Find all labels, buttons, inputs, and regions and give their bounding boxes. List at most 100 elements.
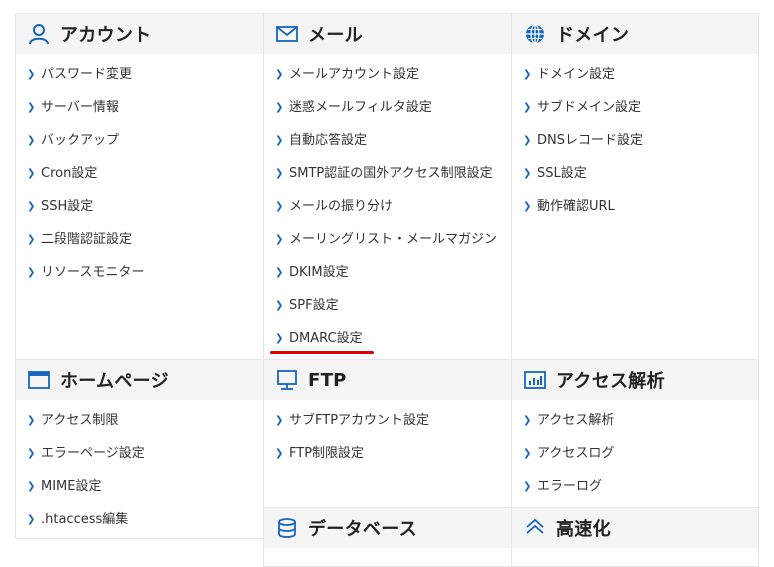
chevron-right-icon: ❯ bbox=[275, 234, 284, 245]
section-ftp-list: ❯ サブFTPアカウント設定 ❯ FTP制限設定 bbox=[275, 412, 429, 478]
menu-item-subdomain[interactable]: ❯ サブドメイン設定 bbox=[523, 99, 643, 132]
menu-item-smtp-foreign-restriction[interactable]: ❯ SMTP認証の国外アクセス制限設定 bbox=[275, 165, 497, 198]
menu-item-label: メールアカウント設定 bbox=[289, 67, 420, 82]
chevron-right-icon: ❯ bbox=[523, 102, 532, 113]
menu-item-label: DKIM設定 bbox=[289, 265, 349, 280]
section-ftp: FTP ❯ サブFTPアカウント設定 ❯ FTP制限設定 bbox=[263, 359, 512, 508]
dmarc-highlight-underline bbox=[270, 351, 374, 354]
menu-item-access-restriction[interactable]: ❯ アクセス制限 bbox=[27, 412, 145, 445]
menu-item-ftp-restriction[interactable]: ❯ FTP制限設定 bbox=[275, 445, 429, 478]
menu-item-spf[interactable]: ❯ SPF設定 bbox=[275, 297, 497, 330]
menu-item-label: FTP制限設定 bbox=[289, 446, 365, 461]
section-mail-list: ❯ メールアカウント設定 ❯ 迷惑メールフィルタ設定 ❯ 自動応答設定 ❯ SMTP認証… bbox=[275, 66, 497, 363]
chevron-right-icon: ❯ bbox=[275, 415, 284, 426]
menu-item-label: SPF設定 bbox=[289, 298, 339, 313]
menu-item-access-log[interactable]: ❯ アクセスログ bbox=[523, 445, 614, 478]
section-homepage-list: ❯ アクセス制限 ❯ エラーページ設定 ❯ MIME設定 ❯ .htaccess編集 bbox=[27, 412, 145, 544]
menu-item-label: 二段階認証設定 bbox=[41, 232, 133, 247]
menu-item-mime[interactable]: ❯ MIME設定 bbox=[27, 478, 145, 511]
chevron-right-icon: ❯ bbox=[27, 168, 36, 179]
database-icon bbox=[278, 518, 296, 538]
section-analytics-title: アクセス解析 bbox=[556, 371, 665, 392]
section-ftp-header: FTP bbox=[264, 360, 511, 400]
section-account-list: ❯ パスワード変更 ❯ サーバー情報 ❯ バックアップ ❯ Cron設定 ❯ SSH設定 … bbox=[27, 66, 144, 297]
menu-item-error-page[interactable]: ❯ エラーページ設定 bbox=[27, 445, 145, 478]
chevron-right-icon: ❯ bbox=[523, 481, 532, 492]
chevron-right-icon: ❯ bbox=[27, 267, 36, 278]
chevron-right-icon: ❯ bbox=[523, 448, 532, 459]
menu-item-label: アクセスログ bbox=[537, 446, 615, 461]
section-account: アカウント ❯ パスワード変更 ❯ サーバー情報 ❯ バックアップ ❯ Cron設定 ❯… bbox=[15, 13, 264, 360]
chevron-right-icon: ❯ bbox=[27, 514, 36, 525]
menu-item-cron[interactable]: ❯ Cron設定 bbox=[27, 165, 144, 198]
menu-item-backup[interactable]: ❯ バックアップ bbox=[27, 132, 144, 165]
section-account-header: アカウント bbox=[16, 14, 263, 54]
section-analytics: アクセス解析 ❯ アクセス解析 ❯ アクセスログ ❯ エラーログ bbox=[511, 359, 759, 508]
chevron-right-icon: ❯ bbox=[27, 102, 36, 113]
menu-item-label: バックアップ bbox=[41, 133, 120, 148]
menu-item-ssh[interactable]: ❯ SSH設定 bbox=[27, 198, 144, 231]
menu-item-mail-sorting[interactable]: ❯ メールの振り分け bbox=[275, 198, 497, 231]
menu-item-label: メーリングリスト・メールマガジン bbox=[289, 232, 498, 247]
menu-item-spam-filter[interactable]: ❯ 迷惑メールフィルタ設定 bbox=[275, 99, 497, 132]
menu-item-label: .htaccess編集 bbox=[41, 512, 129, 527]
menu-item-server-info[interactable]: ❯ サーバー情報 bbox=[27, 99, 144, 132]
chevron-right-icon: ❯ bbox=[523, 201, 532, 212]
section-domain-header: ドメイン bbox=[512, 14, 758, 54]
menu-item-label: Cron設定 bbox=[41, 166, 98, 181]
menu-item-test-url[interactable]: ❯ 動作確認URL bbox=[523, 198, 643, 231]
menu-item-label: MIME設定 bbox=[41, 479, 102, 494]
section-homepage-header: ホームページ bbox=[16, 360, 263, 400]
chevron-right-icon: ❯ bbox=[275, 267, 284, 278]
menu-item-label: 自動応答設定 bbox=[289, 133, 368, 148]
chevron-right-icon: ❯ bbox=[27, 448, 36, 459]
menu-item-two-factor[interactable]: ❯ 二段階認証設定 bbox=[27, 231, 144, 264]
menu-item-resource-monitor[interactable]: ❯ リソースモニター bbox=[27, 264, 144, 297]
menu-item-htaccess[interactable]: ❯ .htaccess編集 bbox=[27, 511, 145, 544]
menu-item-sub-ftp-account[interactable]: ❯ サブFTPアカウント設定 bbox=[275, 412, 429, 445]
menu-item-dkim[interactable]: ❯ DKIM設定 bbox=[275, 264, 497, 297]
menu-item-label: サブドメイン設定 bbox=[537, 100, 642, 115]
chevron-right-icon: ❯ bbox=[523, 69, 532, 80]
section-speed: 高速化 bbox=[511, 507, 759, 567]
menu-item-access-analysis[interactable]: ❯ アクセス解析 bbox=[523, 412, 614, 445]
menu-item-label: サーバー情報 bbox=[41, 100, 119, 115]
menu-item-label: パスワード変更 bbox=[41, 67, 133, 82]
envelope-icon bbox=[276, 26, 298, 42]
menu-item-mail-account[interactable]: ❯ メールアカウント設定 bbox=[275, 66, 497, 99]
menu-item-label: SSL設定 bbox=[537, 166, 587, 181]
menu-item-label: エラーページ設定 bbox=[41, 446, 145, 461]
menu-item-label: 迷惑メールフィルタ設定 bbox=[289, 100, 432, 115]
chevron-right-icon: ❯ bbox=[275, 168, 284, 179]
globe-icon bbox=[526, 24, 544, 44]
section-ftp-title: FTP bbox=[308, 369, 347, 391]
chevron-right-icon: ❯ bbox=[275, 201, 284, 212]
chevron-right-icon: ❯ bbox=[275, 448, 284, 459]
section-homepage: ホームページ ❯ アクセス制限 ❯ エラーページ設定 ❯ MIME設定 ❯ .htacc… bbox=[15, 359, 264, 539]
server-panel-menu-grid: アカウント ❯ パスワード変更 ❯ サーバー情報 ❯ バックアップ ❯ Cron設定 ❯… bbox=[15, 13, 759, 567]
menu-item-dns-record[interactable]: ❯ DNSレコード設定 bbox=[523, 132, 643, 165]
section-mail-header: メール bbox=[264, 14, 511, 54]
chevron-right-icon: ❯ bbox=[27, 135, 36, 146]
menu-item-ssl[interactable]: ❯ SSL設定 bbox=[523, 165, 643, 198]
browser-window-icon bbox=[28, 371, 50, 389]
menu-item-label: DMARC設定 bbox=[289, 331, 363, 346]
chevron-right-icon: ❯ bbox=[275, 300, 284, 311]
chevron-right-icon: ❯ bbox=[523, 135, 532, 146]
menu-item-mailing-list[interactable]: ❯ メーリングリスト・メールマガジン bbox=[275, 231, 497, 264]
menu-item-label: サブFTPアカウント設定 bbox=[289, 413, 430, 428]
section-account-title: アカウント bbox=[60, 25, 152, 46]
menu-item-label: リソースモニター bbox=[41, 265, 145, 280]
menu-item-domain-settings[interactable]: ❯ ドメイン設定 bbox=[523, 66, 643, 99]
section-database-header: データベース bbox=[264, 508, 511, 548]
menu-item-label: SMTP認証の国外アクセス制限設定 bbox=[289, 166, 493, 181]
menu-item-password-change[interactable]: ❯ パスワード変更 bbox=[27, 66, 144, 99]
section-database-title: データベース bbox=[308, 519, 417, 540]
section-analytics-list: ❯ アクセス解析 ❯ アクセスログ ❯ エラーログ bbox=[523, 412, 614, 511]
menu-item-auto-reply[interactable]: ❯ 自動応答設定 bbox=[275, 132, 497, 165]
speed-icon bbox=[526, 518, 544, 534]
menu-item-label: メールの振り分け bbox=[289, 199, 394, 214]
menu-item-label: アクセス制限 bbox=[41, 413, 119, 428]
menu-item-label: アクセス解析 bbox=[537, 413, 615, 428]
menu-item-label: 動作確認URL bbox=[537, 199, 615, 214]
